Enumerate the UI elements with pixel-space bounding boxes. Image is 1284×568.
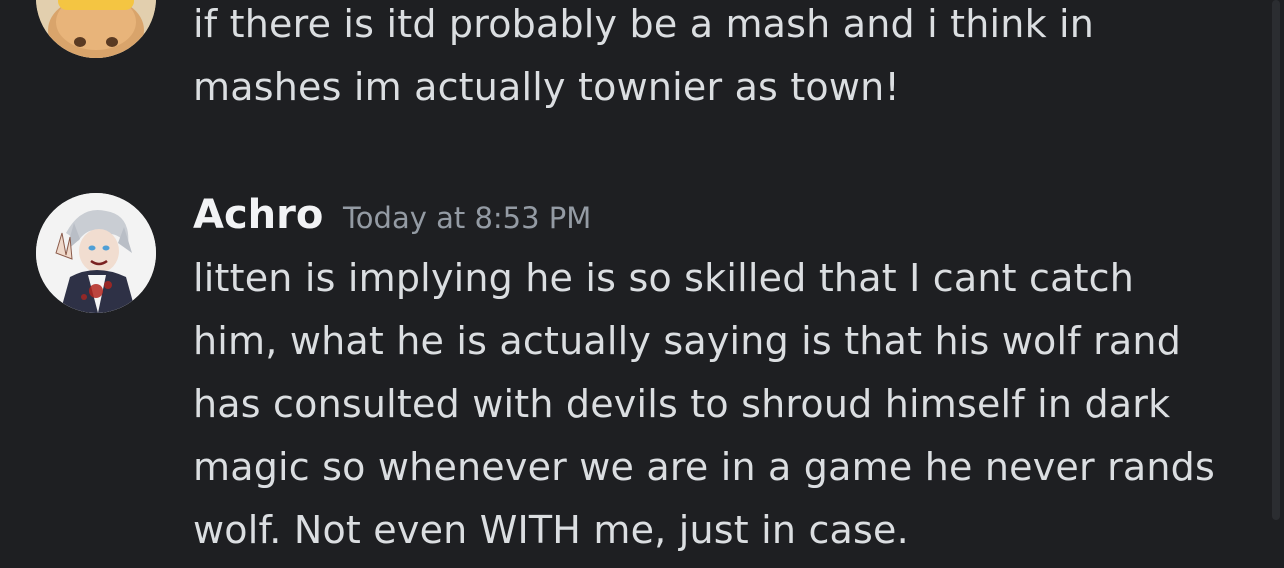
- message-line: litten is implying he is so skilled that…: [193, 256, 1135, 300]
- message-content: litten is implying he is so skilled that…: [193, 247, 1253, 562]
- scrollbar[interactable]: [1272, 0, 1280, 520]
- message-line: if there is itd probably be a mash and i…: [193, 2, 1095, 46]
- message-line: has consulted with devils to shroud hims…: [193, 382, 1171, 426]
- anime-character-avatar-icon[interactable]: [36, 193, 156, 313]
- message-author[interactable]: Achro: [193, 190, 323, 240]
- message-line: magic so whenever we are in a game he ne…: [193, 445, 1215, 489]
- message-timestamp[interactable]: Today at 8:53 PM: [343, 200, 591, 236]
- chat-messages-pane: if there is itd probably be a mash and i…: [0, 0, 1284, 568]
- message-line: wolf. Not even WITH me, just in case.: [193, 508, 909, 552]
- message-content: if there is itd probably be a mash and i…: [193, 0, 1253, 119]
- message-line: mashes im actually townier as town!: [193, 65, 900, 109]
- cat-avatar-icon[interactable]: [36, 0, 156, 58]
- message-line: him, what he is actually saying is that …: [193, 319, 1182, 363]
